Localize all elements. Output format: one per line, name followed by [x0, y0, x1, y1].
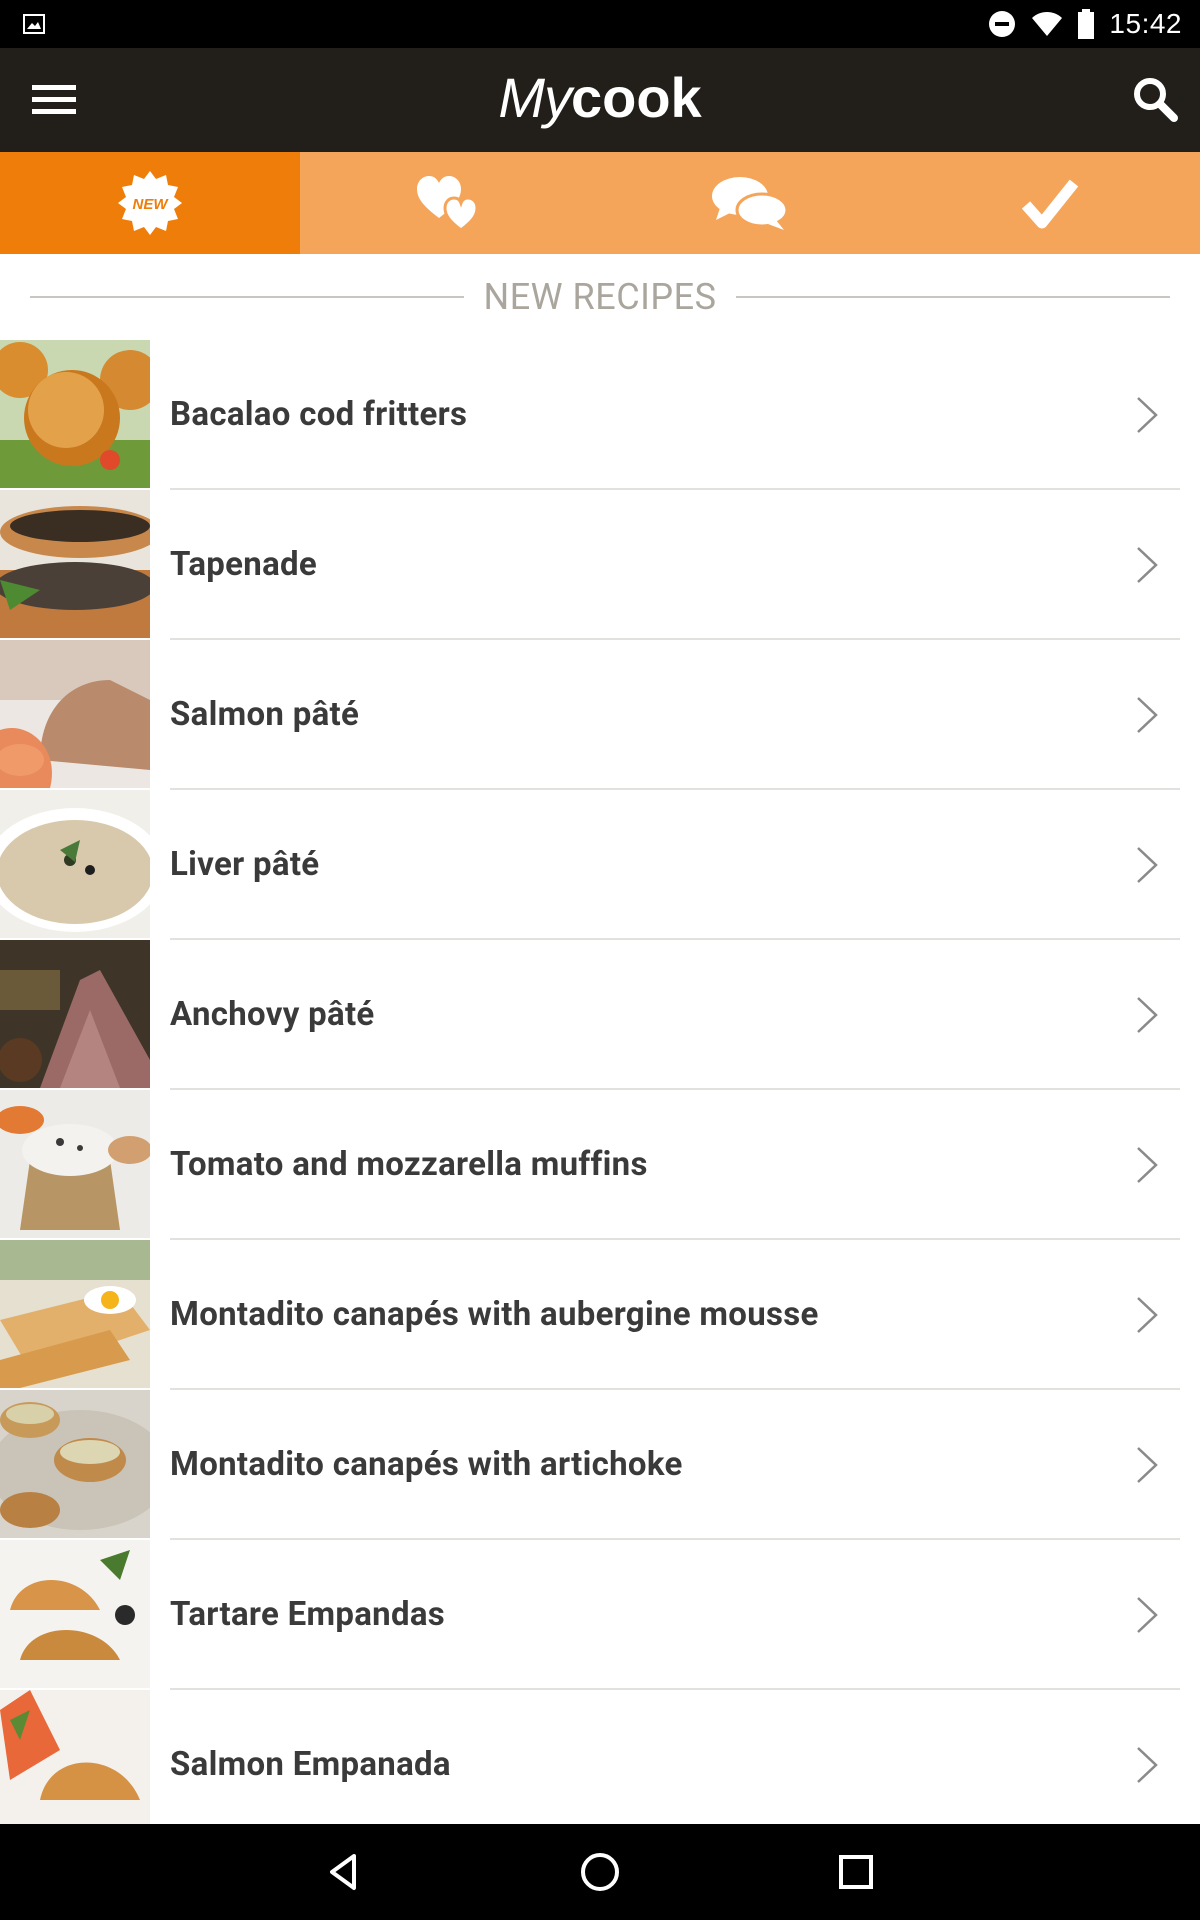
recipe-thumbnail [0, 1690, 150, 1838]
section-divider-right [736, 296, 1170, 298]
new-badge-icon: NEW [118, 171, 182, 235]
section-divider-left [30, 296, 464, 298]
chevron-right-icon [1137, 397, 1158, 433]
back-icon[interactable] [320, 1848, 368, 1896]
chevron-right-icon [1137, 697, 1158, 733]
list-item[interactable]: Anchovy pâté [0, 940, 1200, 1090]
chevron-right-icon [1137, 847, 1158, 883]
list-item[interactable]: Bacalao cod fritters [0, 340, 1200, 490]
chevron-right-icon [1137, 997, 1158, 1033]
list-item[interactable]: Tomato and mozzarella muffins [0, 1090, 1200, 1240]
chevron-right-icon [1137, 1147, 1158, 1183]
app-logo: Mycook [0, 58, 1200, 138]
chevron-right-icon [1137, 1597, 1158, 1633]
home-icon[interactable] [576, 1848, 624, 1896]
hearts-icon [417, 176, 479, 232]
battery-icon [1078, 9, 1095, 39]
recipe-thumbnail [0, 1540, 150, 1688]
recipe-thumbnail [0, 1390, 150, 1538]
wifi-icon [1032, 12, 1063, 36]
recipe-thumbnail [0, 940, 150, 1088]
tab-comments[interactable] [600, 152, 900, 254]
chevron-right-icon [1137, 547, 1158, 583]
recipe-title: Montadito canapés with artichoke [170, 1445, 683, 1484]
logo-cook: cook [570, 66, 702, 129]
recipe-title: Salmon Empanada [170, 1745, 451, 1784]
recipe-thumbnail [0, 640, 150, 788]
recipe-thumbnail [0, 340, 150, 488]
recipe-thumbnail [0, 490, 150, 638]
recipe-list: Bacalao cod fritters Tapenade Salmon pât… [0, 340, 1200, 1840]
recipe-title: Tapenade [170, 545, 318, 584]
list-item[interactable]: Tapenade [0, 490, 1200, 640]
recipe-title: Liver pâté [170, 845, 320, 884]
recipe-thumbnail [0, 1240, 150, 1388]
tab-done[interactable] [900, 152, 1200, 254]
list-item[interactable]: Montadito canapés with artichoke [0, 1390, 1200, 1540]
recipe-title: Tomato and mozzarella muffins [170, 1145, 648, 1184]
recipe-title: Bacalao cod fritters [170, 395, 468, 434]
recipe-title: Montadito canapés with aubergine mousse [170, 1295, 819, 1334]
status-bar: 15:42 [0, 0, 1200, 48]
tab-bar: NEW [0, 152, 1200, 254]
chevron-right-icon [1137, 1747, 1158, 1783]
checkmark-icon [1022, 179, 1078, 229]
list-item[interactable]: Tartare Empandas [0, 1540, 1200, 1690]
app-bar: Mycook [0, 48, 1200, 152]
list-item[interactable]: Salmon Empanada [0, 1690, 1200, 1840]
image-icon [23, 14, 45, 34]
section-title: NEW RECIPES [483, 276, 717, 318]
do-not-disturb-icon [989, 11, 1016, 37]
recipe-title: Tartare Empandas [170, 1595, 446, 1634]
navigation-bar [0, 1824, 1200, 1920]
clock: 15:42 [1109, 8, 1182, 39]
recipe-title: Salmon pâté [170, 695, 360, 734]
chat-bubbles-icon [712, 177, 789, 230]
list-item[interactable]: Montadito canapés with aubergine mousse [0, 1240, 1200, 1390]
recipe-thumbnail [0, 1090, 150, 1238]
new-badge-text: NEW [133, 196, 170, 213]
recipe-thumbnail [0, 790, 150, 938]
logo-my: My [498, 66, 572, 129]
search-icon[interactable] [1130, 74, 1180, 124]
recents-icon[interactable] [832, 1848, 880, 1896]
list-item[interactable]: Salmon pâté [0, 640, 1200, 790]
tab-favorites[interactable] [300, 152, 600, 254]
section-header: NEW RECIPES [0, 254, 1200, 340]
list-item[interactable]: Liver pâté [0, 790, 1200, 940]
chevron-right-icon [1137, 1297, 1158, 1333]
chevron-right-icon [1137, 1447, 1158, 1483]
tab-new-recipes[interactable]: NEW [0, 152, 300, 254]
recipe-title: Anchovy pâté [170, 995, 375, 1034]
